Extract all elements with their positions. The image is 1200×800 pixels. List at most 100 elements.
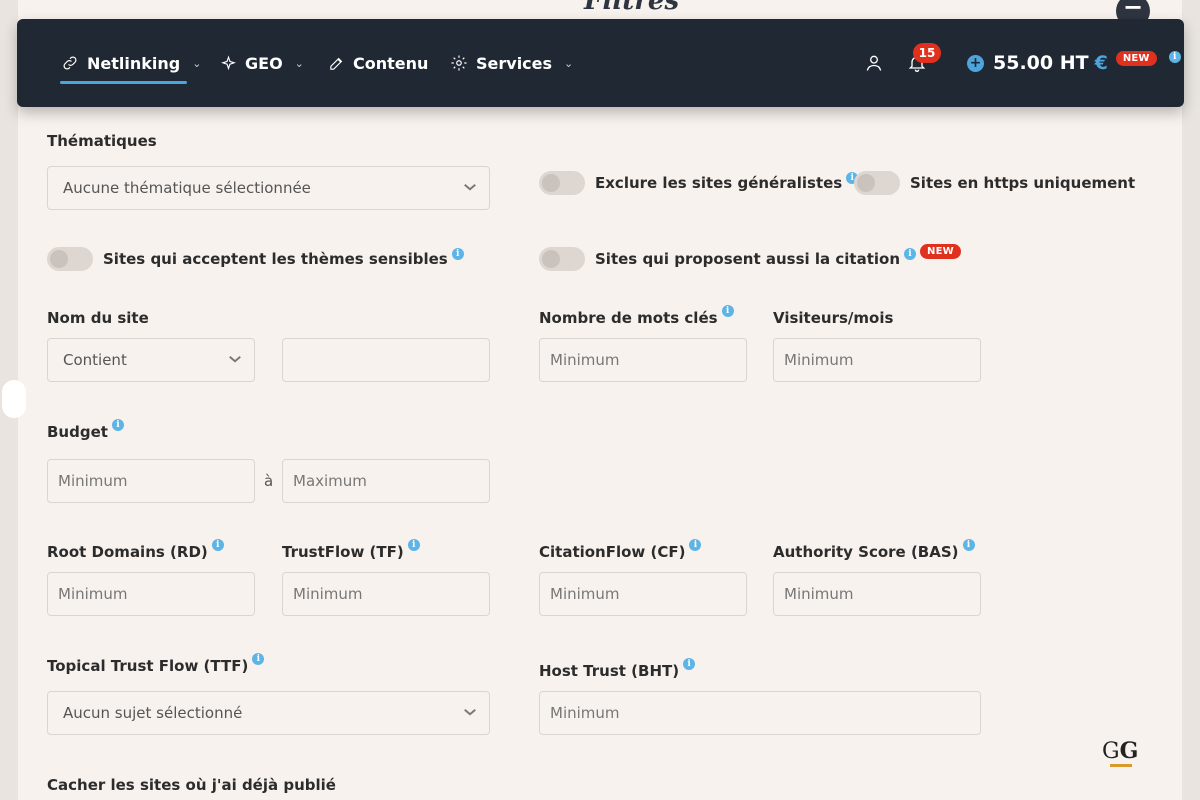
cf-min-input[interactable]: Minimum [539,572,747,616]
nav-label: Contenu [353,53,429,73]
nav-label: Netlinking [87,53,181,73]
toggle-switch[interactable] [539,247,585,271]
range-separator: à [264,472,274,490]
mots-cles-label-text: Nombre de mots clés [539,309,718,327]
link-icon [63,56,77,70]
nav-item-contenu[interactable]: Contenu [328,19,428,107]
credit-amount: 55.00 HT [993,52,1089,74]
visiteurs-label: Visiteurs/mois [773,309,894,327]
budget-label: Budget i [47,419,124,441]
top-navbar: Netlinking ⌄ GEO ⌄ Contenu Services ⌄ 15… [17,19,1184,107]
nav-label: GEO [245,53,283,73]
bas-label-text: Authority Score (BAS) [773,543,959,561]
tf-label-text: TrustFlow (TF) [282,543,404,561]
budget-label-text: Budget [47,423,108,441]
page-title: Filtres [584,0,680,16]
info-icon[interactable]: i [904,248,917,260]
nom-du-site-mode-select[interactable]: Contient [47,338,255,382]
bas-label: Authority Score (BAS) i [773,539,975,561]
nom-du-site-input[interactable] [282,338,490,382]
budget-min-placeholder: Minimum [58,472,128,490]
bas-min-input[interactable]: Minimum [773,572,981,616]
user-icon [866,55,882,71]
rd-label: Root Domains (RD) i [47,539,224,561]
rd-min-input[interactable]: Minimum [47,572,255,616]
info-icon[interactable]: i [962,539,975,551]
side-handle[interactable] [2,380,26,418]
toggle-switch[interactable] [854,171,900,195]
watermark-letter: G [1119,738,1139,764]
watermark-letter: G [1102,739,1120,764]
account-button[interactable] [864,19,884,107]
thematiques-label: Thématiques [47,132,157,150]
toggle-label: Exclure les sites généralistes [595,174,843,192]
ttf-label: Topical Trust Flow (TTF) i [47,653,265,675]
info-icon[interactable]: i [111,419,124,431]
toggle-label: Sites en https uniquement [910,174,1136,192]
info-icon[interactable]: i [683,658,696,670]
info-icon[interactable]: i [407,539,420,551]
watermark-logo: GG [1102,738,1139,767]
budget-max-placeholder: Maximum [293,472,367,490]
pencil-icon [330,57,343,70]
budget-min-input[interactable]: Minimum [47,459,255,503]
toggle-switch[interactable] [47,247,93,271]
gear-icon [451,55,467,71]
chevron-down-icon [229,356,241,363]
ttf-select[interactable]: Aucun sujet sélectionné [47,691,490,735]
chevron-down-icon [464,184,476,191]
info-icon[interactable]: i [721,305,734,317]
tf-placeholder: Minimum [293,585,363,603]
toggle-label: Sites qui acceptent les thèmes sensibles [103,250,448,268]
new-badge: NEW [1115,50,1157,66]
visiteurs-placeholder: Minimum [784,351,854,369]
nav-label: Services [476,53,553,73]
info-icon[interactable]: i [211,539,224,551]
cacher-sites-label: Cacher les sites où j'ai déjà publié [47,776,336,794]
toggle-https-only[interactable]: Sites en https uniquement [854,171,1135,195]
bht-placeholder: Minimum [550,704,620,722]
chevron-down-icon [464,709,476,716]
info-icon[interactable]: i [252,653,265,665]
thematiques-placeholder: Aucune thématique sélectionnée [63,179,311,197]
visiteurs-min-input[interactable]: Minimum [773,338,981,382]
add-credit-icon[interactable]: + [967,54,984,72]
toggle-switch[interactable] [539,171,585,195]
notification-count-badge: 15 [913,43,941,63]
nav-item-netlinking[interactable]: Netlinking ⌄ [61,19,201,107]
thematiques-select[interactable]: Aucune thématique sélectionnée [47,166,490,210]
chevron-down-icon: ⌄ [564,56,574,70]
credit-balance[interactable]: + 55.00 HT € NEW i [967,19,1181,107]
toggle-themes-sensibles[interactable]: Sites qui acceptent les thèmes sensibles… [47,247,464,271]
new-badge: NEW [920,243,961,259]
ttf-label-text: Topical Trust Flow (TTF) [47,657,249,675]
toggle-citation[interactable]: Sites qui proposent aussi la citation i … [539,243,961,271]
nav-item-geo[interactable]: GEO ⌄ [220,19,304,107]
nom-du-site-mode-value: Contient [63,351,127,369]
bht-label: Host Trust (BHT) i [539,658,696,680]
toggle-label: Sites qui proposent aussi la citation [595,250,901,268]
page-background: Filtres [2,0,1182,800]
mots-cles-min-input[interactable]: Minimum [539,338,747,382]
mots-cles-label: Nombre de mots clés i [539,305,734,327]
info-icon[interactable]: i [451,248,464,260]
tf-min-input[interactable]: Minimum [282,572,490,616]
bht-min-input[interactable]: Minimum [539,691,981,735]
tf-label: TrustFlow (TF) i [282,539,420,561]
bht-label-text: Host Trust (BHT) [539,662,680,680]
cf-label: CitationFlow (CF) i [539,539,702,561]
cf-placeholder: Minimum [550,585,620,603]
budget-max-input[interactable]: Maximum [282,459,490,503]
ttf-placeholder: Aucun sujet sélectionné [63,704,243,722]
toggle-exclure-generalistes[interactable]: Exclure les sites généralistes i [539,171,859,195]
notifications-button[interactable] [907,19,927,107]
credit-currency: € [1094,52,1108,74]
rd-label-text: Root Domains (RD) [47,543,208,561]
mots-cles-placeholder: Minimum [550,351,620,369]
bas-placeholder: Minimum [784,585,854,603]
info-icon[interactable]: i [1168,51,1181,63]
chevron-down-icon: ⌄ [192,56,202,70]
info-icon[interactable]: i [689,539,702,551]
nav-item-services[interactable]: Services ⌄ [450,19,573,107]
sparkle-icon [221,54,236,70]
